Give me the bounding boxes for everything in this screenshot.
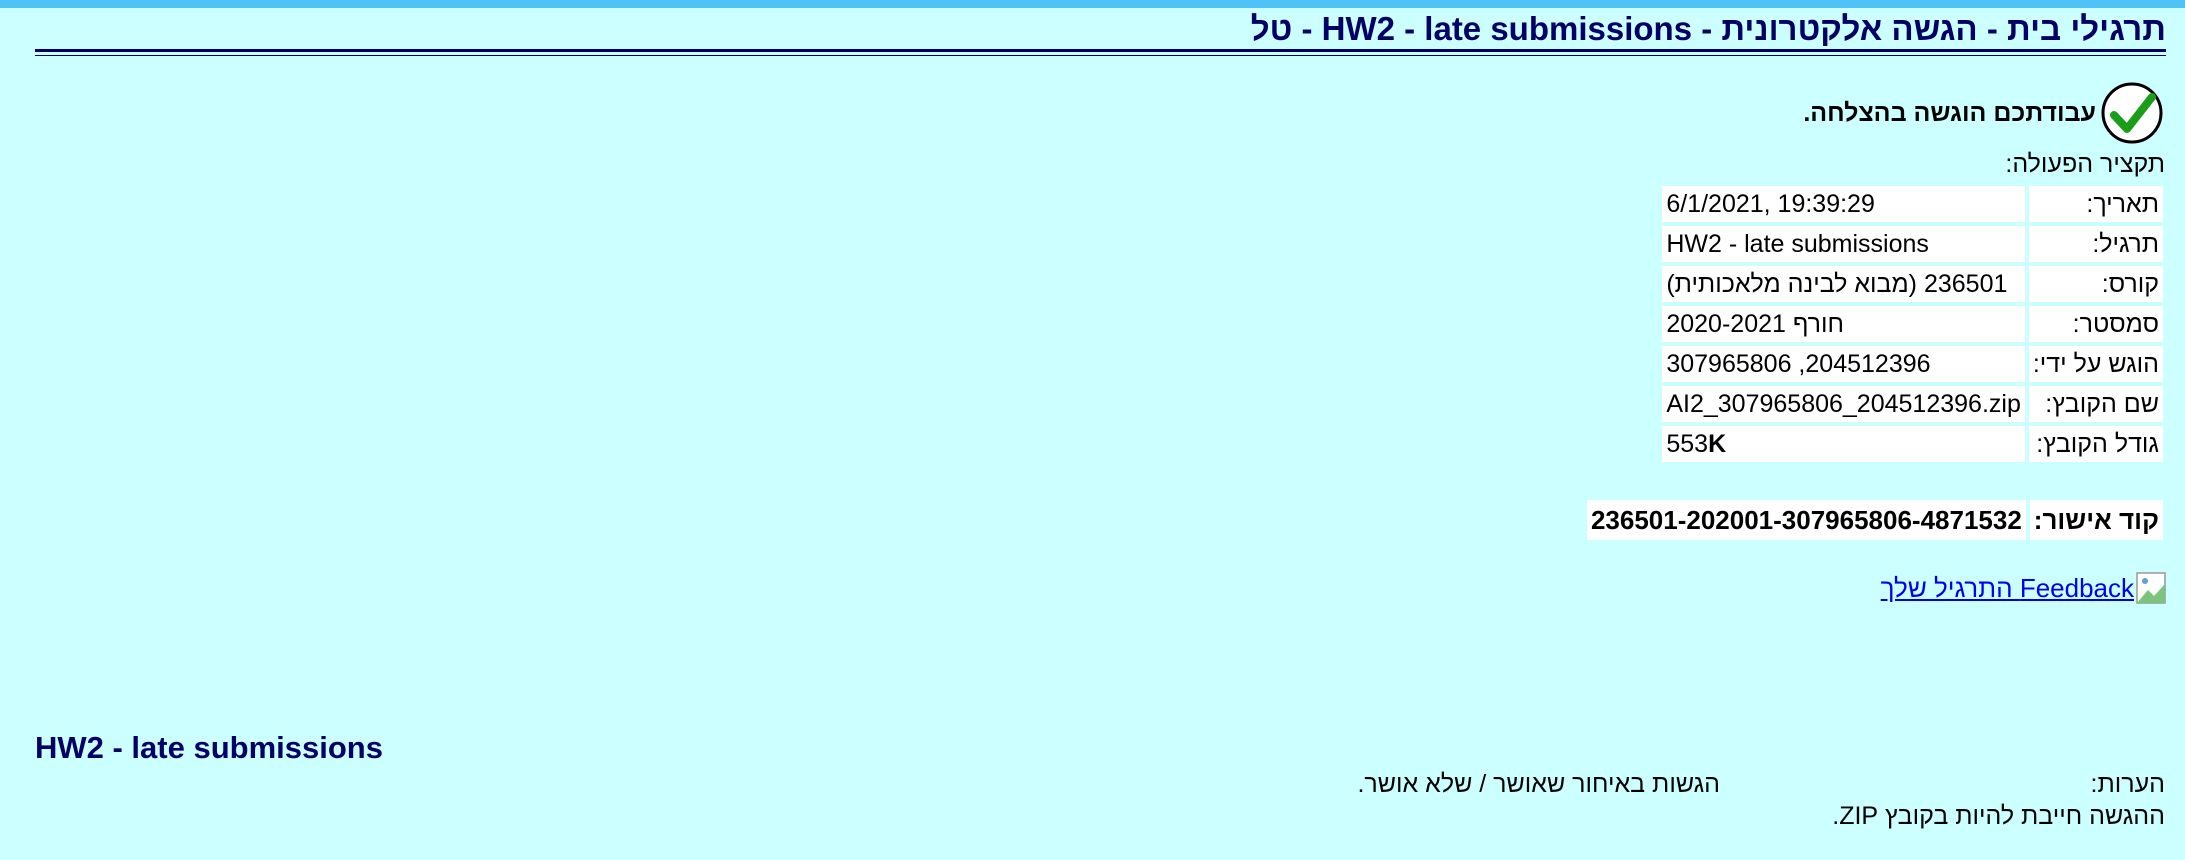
- submitted-by-label: הוגש על ידי:: [2024, 346, 2163, 382]
- file-name-value: AI2_307965806_204512396.zip: [1662, 386, 2025, 422]
- date-label: תאריך:: [2024, 186, 2163, 222]
- table-row: גודל הקובץ: 553K: [1662, 426, 2163, 462]
- table-row: הוגש על ידי: 204512396, 307965806: [1662, 346, 2163, 382]
- feedback-link-row[interactable]: Feedback התרגיל שלך: [1881, 572, 2166, 604]
- exercise-value: HW2 - late submissions: [1662, 226, 2025, 262]
- file-name-label: שם הקובץ:: [2024, 386, 2163, 422]
- success-text: עבודתכם הוגשה בהצלחה.: [1803, 98, 2096, 127]
- exercise-label: תרגיל:: [2024, 226, 2163, 262]
- assignment-title: HW2 - late submissions: [35, 730, 383, 765]
- table-row: קורס: 236501 (מבוא לבינה מלאכותית): [1662, 266, 2163, 302]
- page-title: תרגילי בית - הגשה אלקטרונית - HW2 - late…: [1250, 10, 2166, 47]
- table-row: שם הקובץ: AI2_307965806_204512396.zip: [1662, 386, 2163, 422]
- checkmark-icon: [2101, 82, 2163, 144]
- notes-label: הערות:: [2090, 770, 2165, 798]
- date-value: 6/1/2021, 19:39:29: [1662, 186, 2025, 222]
- approval-code-value: 236501-202001-307965806-4871532: [1586, 500, 2026, 540]
- table-row: תאריך: 6/1/2021, 19:39:29: [1662, 186, 2163, 222]
- table-row: סמסטר: חורף 2020-2021: [1662, 306, 2163, 342]
- broken-image-icon[interactable]: [2136, 572, 2166, 604]
- feedback-link[interactable]: Feedback התרגיל שלך: [1881, 573, 2134, 604]
- approval-code-table: קוד אישור: 236501-202001-307965806-48715…: [1586, 500, 2163, 540]
- semester-label: סמסטר:: [2024, 306, 2163, 342]
- success-message: עבודתכם הוגשה בהצלחה.: [1803, 80, 2164, 146]
- top-accent-strip: [0, 0, 2185, 8]
- file-size-value: 553K: [1662, 426, 2025, 462]
- approval-code-label: קוד אישור:: [2025, 500, 2163, 540]
- semester-value: חורף 2020-2021: [1662, 306, 2025, 342]
- notes-zip-requirement: ההגשה חייבת להיות בקובץ ZIP.: [1832, 802, 2165, 830]
- table-row: קוד אישור: 236501-202001-307965806-48715…: [1586, 500, 2163, 540]
- summary-heading: תקציר הפעולה:: [2005, 150, 2165, 178]
- header-divider: [35, 49, 2166, 56]
- submitted-by-value: 204512396, 307965806: [1662, 346, 2025, 382]
- submission-details-table: תאריך: 6/1/2021, 19:39:29 תרגיל: HW2 - l…: [1662, 182, 2163, 466]
- notes-value: הגשות באיחור שאושר / שלא אושר.: [1357, 770, 1720, 798]
- file-size-label: גודל הקובץ:: [2024, 426, 2163, 462]
- course-label: קורס:: [2024, 266, 2163, 302]
- course-value: 236501 (מבוא לבינה מלאכותית): [1662, 266, 2025, 302]
- table-row: תרגיל: HW2 - late submissions: [1662, 226, 2163, 262]
